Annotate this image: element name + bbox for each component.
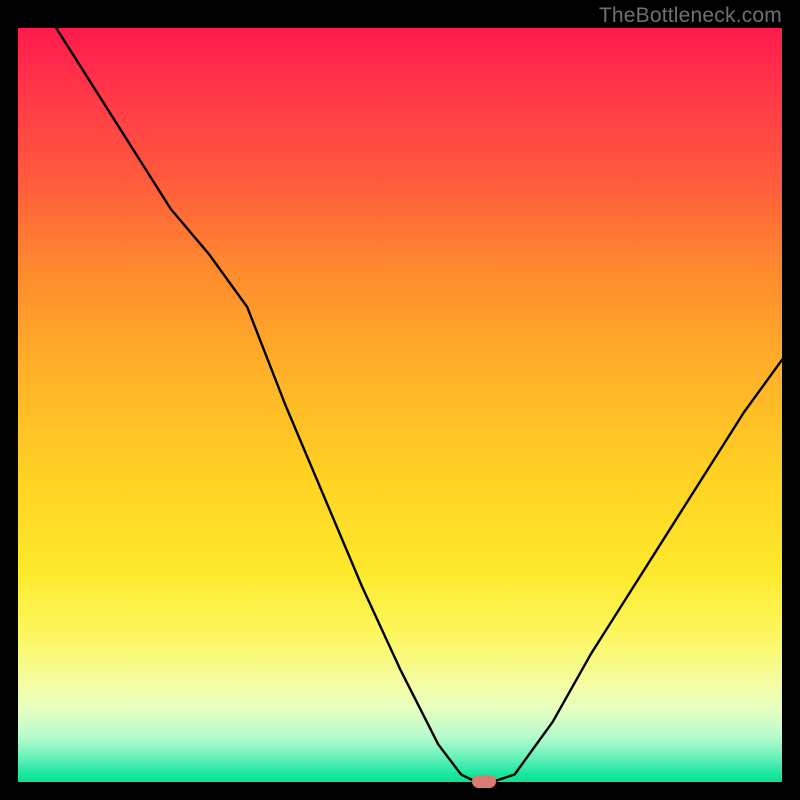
watermark-text: TheBottleneck.com (599, 4, 782, 28)
chart-plot-area (18, 28, 782, 782)
bottleneck-curve-line (56, 28, 782, 782)
chart-line-layer (18, 28, 782, 782)
optimal-point-marker (472, 775, 496, 788)
